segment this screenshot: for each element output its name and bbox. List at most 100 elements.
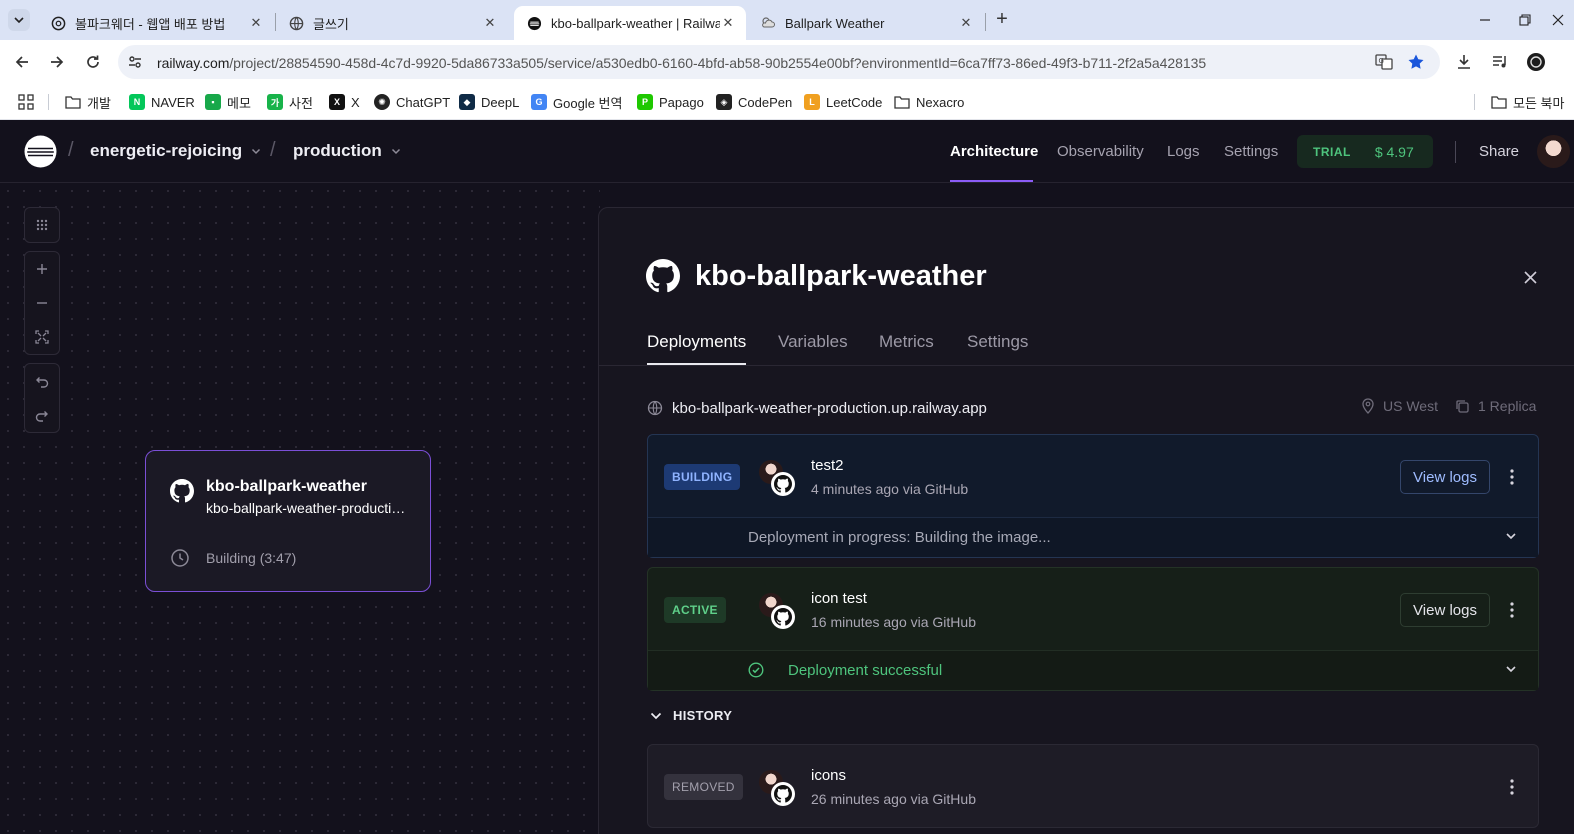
url-text[interactable]: railway.com/project/28854590-458d-4c7d-9… [157, 55, 1206, 71]
bookmark-label: 사전 [289, 95, 313, 111]
back-icon[interactable] [11, 51, 33, 73]
canvas-history-controls [24, 363, 60, 433]
more-options-icon[interactable] [1502, 777, 1522, 797]
browser-tab[interactable]: 볼파크웨더 - 웹앱 배포 방법 ✕ [38, 6, 274, 40]
service-panel: kbo-ballpark-weather Deployments Variabl… [598, 207, 1574, 834]
all-bookmarks-folder[interactable]: 모든 북마 [1491, 90, 1564, 114]
nav-observability[interactable]: Observability [1057, 143, 1144, 160]
user-avatar[interactable] [1537, 135, 1570, 168]
chevron-down-icon [1504, 662, 1522, 680]
bookmark-leetcode[interactable]: L LeetCode [804, 90, 882, 114]
bookmark-chatgpt[interactable]: ✺ ChatGPT [374, 90, 450, 114]
close-icon[interactable]: ✕ [958, 15, 974, 31]
close-window-icon[interactable] [1548, 10, 1568, 30]
globe-icon [647, 400, 663, 416]
view-logs-button[interactable]: View logs [1400, 460, 1490, 494]
bookmark-naver[interactable]: N NAVER [129, 90, 195, 114]
tab-metrics[interactable]: Metrics [879, 332, 934, 352]
chatgpt-icon: ✺ [374, 94, 390, 110]
minimize-icon[interactable] [1475, 10, 1495, 30]
clock-icon [170, 548, 190, 568]
folder-icon [1491, 94, 1507, 110]
site-info-icon[interactable] [125, 52, 145, 72]
github-icon [771, 472, 795, 496]
bookmark-folder-nexacro[interactable]: Nexacro [894, 90, 964, 114]
zoom-out-icon[interactable] [25, 286, 59, 320]
zoom-in-icon[interactable] [25, 252, 59, 286]
new-tab-button[interactable]: + [992, 9, 1012, 30]
close-icon[interactable]: ✕ [720, 15, 736, 31]
deployment-card-building[interactable]: BUILDING test2 4 minutes ago via GitHub … [647, 434, 1539, 558]
media-control-icon[interactable] [1490, 52, 1510, 72]
tab-search-button[interactable] [8, 9, 30, 31]
copy-icon [1455, 399, 1470, 414]
bookmark-memo[interactable]: ▪ 메모 [205, 90, 251, 114]
translate-icon[interactable]: G [1374, 52, 1394, 72]
more-options-icon[interactable] [1502, 600, 1522, 620]
bookmark-label: Google 번역 [553, 95, 623, 111]
deployment-header: ACTIVE icon test 16 minutes ago via GitH… [648, 568, 1538, 650]
bookmark-codepen[interactable]: ◈ CodePen [716, 90, 792, 114]
deployment-status-row[interactable]: Deployment in progress: Building the ima… [648, 517, 1538, 557]
redo-icon[interactable] [25, 398, 59, 432]
close-icon[interactable]: ✕ [482, 15, 498, 31]
tab-deployments[interactable]: Deployments [647, 332, 746, 352]
deployment-card-removed[interactable]: REMOVED icons 26 minutes ago via GitHub [647, 744, 1539, 828]
share-button[interactable]: Share [1479, 143, 1519, 160]
bookmark-label: LeetCode [826, 94, 883, 110]
undo-icon[interactable] [25, 364, 59, 398]
nav-settings[interactable]: Settings [1224, 143, 1278, 160]
close-icon[interactable]: ✕ [248, 15, 264, 31]
environment-selector[interactable]: production [293, 141, 402, 161]
status-badge: REMOVED [664, 774, 743, 800]
status-badge: ACTIVE [664, 597, 726, 623]
memo-icon: ▪ [205, 94, 221, 110]
github-icon [771, 782, 795, 806]
browser-tab[interactable]: 글쓰기 ✕ [276, 6, 508, 40]
bookmark-deepl[interactable]: ◆ DeepL [459, 90, 519, 114]
bookmark-divider [48, 94, 49, 110]
project-selector[interactable]: energetic-rejoicing [90, 141, 262, 161]
public-domain-link[interactable]: kbo-ballpark-weather-production.up.railw… [647, 398, 987, 418]
bookmark-label: CodePen [738, 94, 793, 110]
more-options-icon[interactable] [1502, 467, 1522, 487]
github-icon [170, 479, 194, 503]
status-badge: BUILDING [664, 464, 741, 490]
tab-variables[interactable]: Variables [778, 332, 848, 352]
forward-icon[interactable] [46, 51, 68, 73]
author-avatar [759, 770, 799, 806]
bookmark-google-translate[interactable]: G Google 번역 [531, 90, 622, 114]
trial-amount: $ 4.97 [1374, 143, 1414, 160]
restore-icon[interactable] [1515, 10, 1535, 30]
svg-text:G: G [1379, 57, 1384, 65]
browser-tab-strip: 볼파크웨더 - 웹앱 배포 방법 ✕ 글쓰기 ✕ kbo-ballpark-we… [0, 0, 1574, 40]
service-name: kbo-ballpark-weather [206, 478, 367, 495]
trial-credit-badge[interactable]: TRIAL $ 4.97 [1297, 135, 1433, 168]
railway-logo-icon[interactable] [24, 135, 57, 168]
history-toggle[interactable]: HISTORY [649, 708, 732, 723]
deployment-card-active[interactable]: ACTIVE icon test 16 minutes ago via GitH… [647, 567, 1539, 691]
nav-logs[interactable]: Logs [1167, 143, 1200, 160]
folder-icon [65, 94, 81, 110]
browser-tab-active[interactable]: kbo-ballpark-weather | Railway ✕ [514, 6, 746, 40]
bookmark-x[interactable]: X X [329, 90, 360, 114]
profile-avatar[interactable] [1526, 52, 1546, 72]
deployment-status-row[interactable]: Deployment successful [648, 650, 1538, 690]
commit-message: icon test [811, 590, 867, 607]
grid-icon[interactable] [25, 208, 59, 242]
browser-tab[interactable]: Ballpark Weather ✕ [748, 6, 984, 40]
service-card[interactable]: kbo-ballpark-weather kbo-ballpark-weathe… [145, 450, 431, 592]
close-icon[interactable] [1520, 267, 1540, 287]
bookmark-folder-dev[interactable]: 개발 [65, 90, 111, 114]
tab-settings[interactable]: Settings [967, 332, 1028, 352]
view-logs-button[interactable]: View logs [1400, 593, 1490, 627]
download-icon[interactable] [1454, 52, 1474, 72]
bookmark-dictionary[interactable]: 가 사전 [267, 90, 313, 114]
bookmark-star-icon[interactable] [1406, 52, 1426, 72]
reload-icon[interactable] [82, 51, 104, 73]
app-header: / energetic-rejoicing / production Archi… [0, 121, 1574, 183]
apps-icon[interactable] [18, 90, 34, 114]
nav-architecture[interactable]: Architecture [950, 143, 1038, 160]
fit-view-icon[interactable] [25, 320, 59, 354]
bookmark-papago[interactable]: P Papago [637, 90, 704, 114]
